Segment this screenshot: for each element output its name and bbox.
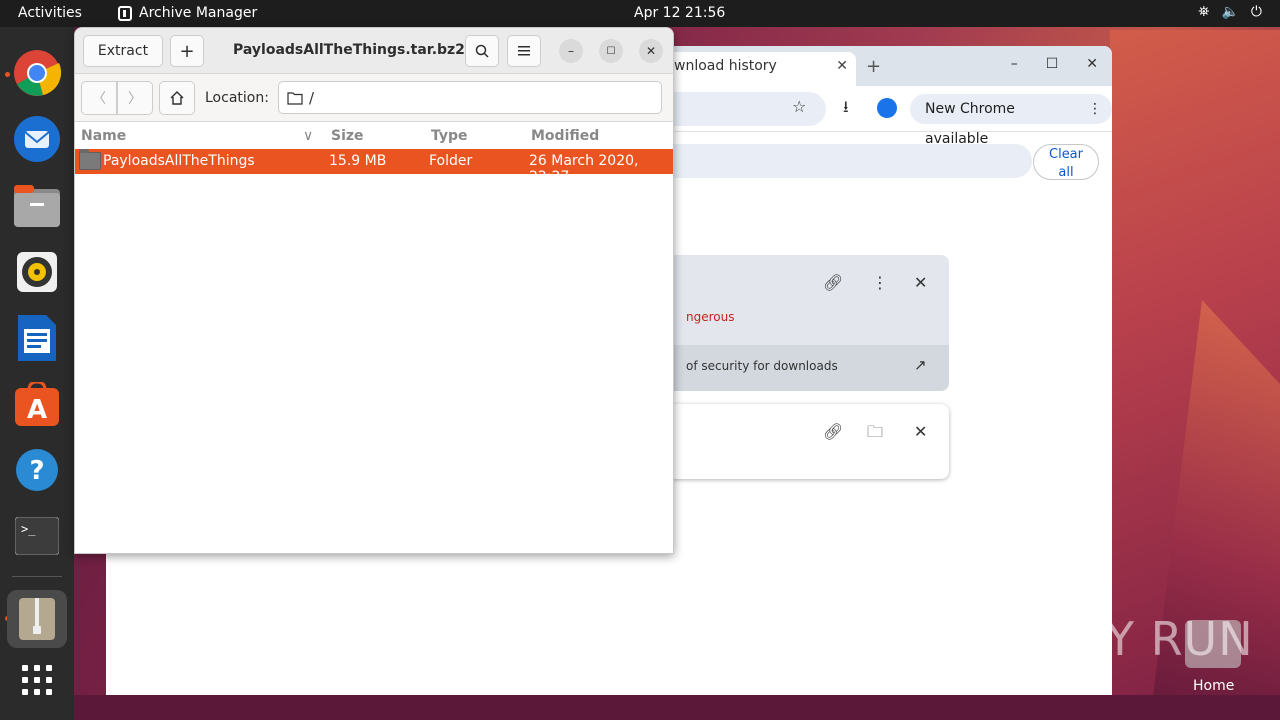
maximize-icon: ☐ bbox=[606, 45, 616, 57]
more-icon[interactable]: ⋮ bbox=[872, 273, 888, 292]
copy-link-icon[interactable]: 🔗︎ bbox=[823, 273, 843, 292]
files-icon[interactable] bbox=[13, 182, 61, 230]
new-tab-icon[interactable]: + bbox=[866, 56, 881, 77]
close-icon[interactable]: ✕ bbox=[1086, 56, 1098, 72]
folder-icon bbox=[79, 149, 101, 170]
location-bar: 〈 〉 Location: / bbox=[75, 74, 673, 122]
downloads-icon[interactable]: ⭳ bbox=[843, 96, 849, 123]
folder-icon bbox=[287, 91, 303, 105]
system-tray[interactable]: ⛯ 🔈 ⏻ bbox=[1198, 4, 1262, 20]
network-icon: ⛯ bbox=[1198, 4, 1210, 20]
clear-all-label-line2: all bbox=[1058, 165, 1074, 180]
power-icon: ⏻ bbox=[1250, 4, 1262, 20]
chevron-left-icon: 〈 bbox=[92, 91, 106, 107]
clock[interactable]: Apr 12 21:56 bbox=[634, 5, 725, 21]
dock-separator bbox=[12, 576, 62, 577]
dock: A ? >_ bbox=[0, 27, 74, 720]
clear-all-button[interactable]: Clear all bbox=[1033, 144, 1099, 180]
home-icon bbox=[170, 91, 184, 105]
home-button[interactable] bbox=[159, 81, 195, 115]
chevron-right-icon: 〉 bbox=[128, 91, 142, 107]
terminal-icon[interactable]: >_ bbox=[13, 512, 61, 560]
folder-icon[interactable]: 🗀 bbox=[867, 421, 883, 448]
close-button[interactable]: ✕ bbox=[639, 39, 663, 63]
extract-button[interactable]: Extract bbox=[83, 35, 163, 67]
rhythmbox-icon[interactable] bbox=[13, 248, 61, 296]
remove-icon[interactable]: ✕ bbox=[914, 422, 927, 441]
copy-link-icon[interactable]: 🔗︎ bbox=[823, 422, 843, 441]
show-apps-icon[interactable] bbox=[13, 656, 61, 704]
archive-icon bbox=[118, 5, 132, 21]
menu-button[interactable] bbox=[507, 35, 541, 67]
remove-icon[interactable]: ✕ bbox=[914, 273, 927, 292]
open-external-icon[interactable]: ↗ bbox=[914, 356, 927, 374]
maximize-icon[interactable]: ☐ bbox=[1046, 56, 1059, 72]
svg-text:?: ? bbox=[29, 456, 44, 486]
activities-button[interactable]: Activities bbox=[18, 5, 82, 21]
new-chrome-label: New Chrome available bbox=[925, 101, 1015, 147]
column-name[interactable]: Name bbox=[81, 128, 126, 144]
chrome-window-controls: – ☐ ✕ bbox=[1011, 56, 1098, 72]
chrome-icon[interactable] bbox=[13, 49, 61, 97]
window-title: PayloadsAllTheThings.tar.bz2 bbox=[233, 42, 465, 58]
close-icon: ✕ bbox=[645, 44, 657, 58]
archive-manager-window: Extract + PayloadsAllTheThings.tar.bz2 –… bbox=[74, 27, 674, 554]
sort-chevron-down-icon[interactable]: ∨ bbox=[303, 128, 313, 144]
location-label: Location: bbox=[205, 90, 269, 106]
top-bar: Activities Archive Manager Apr 12 21:56 … bbox=[0, 0, 1280, 27]
thunderbird-icon[interactable] bbox=[13, 115, 61, 163]
column-size[interactable]: Size bbox=[331, 128, 364, 144]
tab-download-history[interactable]: wnload history ✕ bbox=[646, 52, 856, 86]
location-value: / bbox=[309, 88, 315, 107]
minimize-icon[interactable]: – bbox=[1011, 56, 1018, 72]
location-field[interactable]: / bbox=[278, 81, 662, 114]
table-row[interactable]: PayloadsAllTheThings 15.9 MB Folder 26 M… bbox=[75, 149, 673, 185]
minimize-button[interactable]: – bbox=[559, 39, 583, 63]
row-size: 15.9 MB bbox=[329, 153, 387, 169]
bookmark-star-icon[interactable]: ☆ bbox=[792, 97, 806, 116]
minimize-icon: – bbox=[568, 44, 574, 58]
row-modified: 26 March 2020, 22:27 bbox=[529, 153, 639, 185]
column-modified[interactable]: Modified bbox=[531, 128, 599, 144]
forward-button[interactable]: 〉 bbox=[117, 81, 153, 115]
clear-all-label-line1: Clear bbox=[1049, 147, 1083, 162]
dangerous-warning: ngerous bbox=[686, 310, 735, 324]
app-center-icon[interactable]: A bbox=[13, 380, 61, 428]
back-button[interactable]: 〈 bbox=[81, 81, 117, 115]
more-icon[interactable]: ⋮ bbox=[1088, 94, 1102, 124]
row-name: PayloadsAllTheThings bbox=[103, 153, 255, 169]
hamburger-icon bbox=[518, 46, 530, 56]
search-button[interactable] bbox=[465, 35, 499, 67]
watermark: ANY RUN bbox=[1038, 612, 1254, 666]
writer-icon[interactable] bbox=[13, 314, 61, 362]
row-type: Folder bbox=[429, 153, 473, 169]
profile-icon[interactable] bbox=[877, 98, 897, 118]
column-type[interactable]: Type bbox=[431, 128, 468, 144]
help-icon[interactable]: ? bbox=[13, 446, 61, 494]
tab-title: wnload history bbox=[674, 58, 777, 74]
security-text: of security for downloads bbox=[686, 359, 838, 373]
home-label: Home bbox=[1193, 678, 1235, 694]
volume-icon: 🔈 bbox=[1221, 4, 1239, 20]
maximize-button[interactable]: ☐ bbox=[599, 39, 623, 63]
column-headers: Name ∨ Size Type Modified bbox=[75, 123, 673, 149]
svg-text:A: A bbox=[27, 395, 47, 425]
archive-manager-icon[interactable] bbox=[7, 590, 67, 648]
wallpaper-shape bbox=[74, 695, 1280, 720]
new-chrome-available-button[interactable]: New Chrome available ⋮ bbox=[910, 94, 1112, 147]
running-indicator bbox=[5, 72, 10, 77]
search-icon bbox=[475, 44, 489, 58]
header-bar: Extract + PayloadsAllTheThings.tar.bz2 –… bbox=[75, 28, 673, 74]
add-files-button[interactable]: + bbox=[170, 35, 204, 67]
close-tab-icon[interactable]: ✕ bbox=[836, 58, 848, 74]
svg-text:>_: >_ bbox=[21, 522, 36, 536]
app-name: Archive Manager bbox=[139, 5, 258, 21]
app-menu[interactable]: Archive Manager bbox=[118, 5, 257, 21]
